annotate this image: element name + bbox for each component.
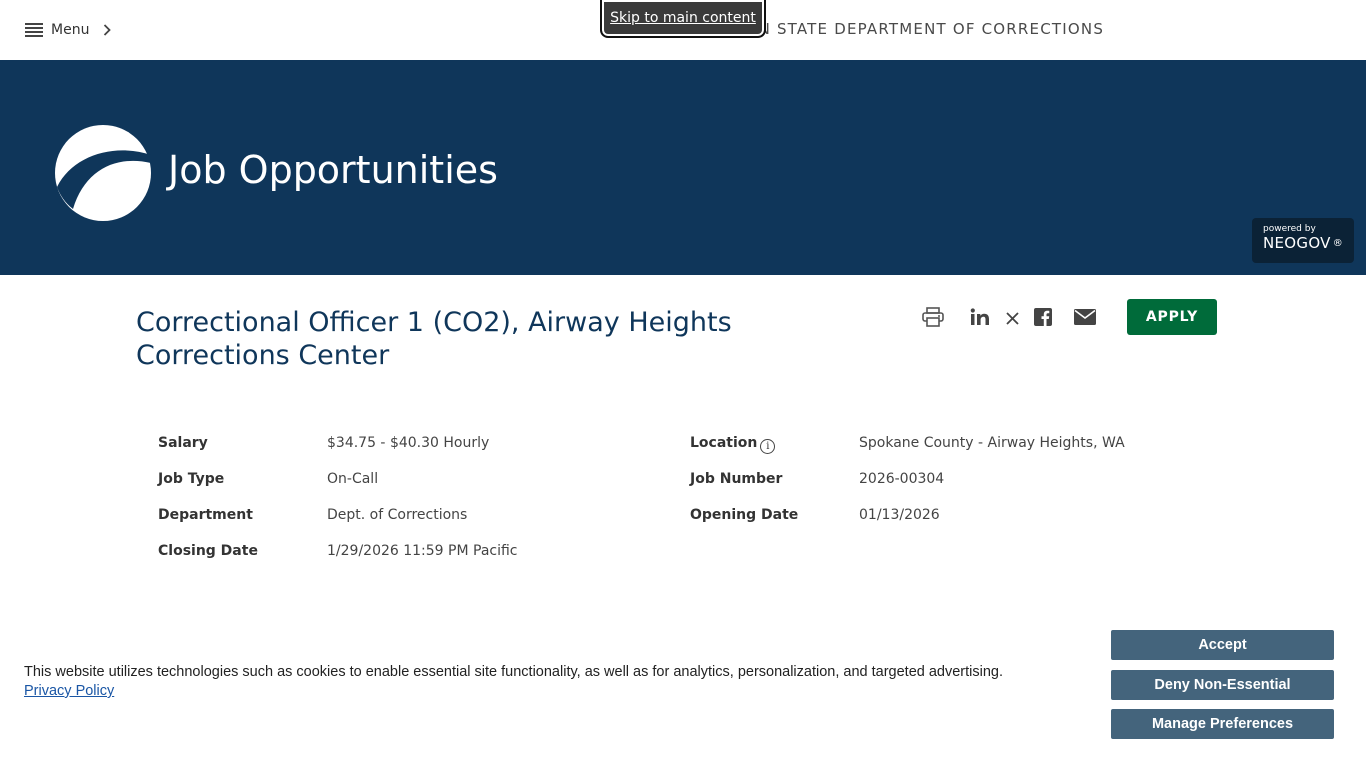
banner-title: Job Opportunities (168, 148, 498, 192)
skip-link-label: Skip to main content (610, 10, 756, 26)
deny-non-essential-button[interactable]: Deny Non-Essential (1111, 670, 1334, 700)
logo-icon (55, 125, 151, 221)
manage-preferences-button[interactable]: Manage Preferences (1111, 709, 1334, 739)
job-title: Correctional Officer 1 (CO2), Airway Hei… (136, 307, 732, 371)
hero-banner: Job Opportunities powered by NEOGOV ® (0, 60, 1366, 275)
cookie-notice-text: This website utilizes technologies such … (24, 664, 1004, 680)
info-icon[interactable]: i (760, 439, 776, 454)
facebook-icon (1034, 308, 1052, 330)
closing-date-value: 1/29/2026 11:59 PM Pacific (327, 543, 518, 559)
job-number-value: 2026-00304 (859, 471, 945, 487)
privacy-policy-link[interactable]: Privacy Policy (24, 683, 114, 699)
vendor-label: NEOGOV (1263, 234, 1331, 252)
accept-cookies-button[interactable]: Accept (1111, 630, 1334, 660)
linkedin-share-button[interactable] (969, 306, 991, 332)
closing-date-label: Closing Date (158, 543, 258, 559)
x-share-button[interactable] (1003, 306, 1021, 332)
job-number-label: Job Number (690, 471, 783, 487)
apply-button[interactable]: APPLY (1127, 299, 1217, 335)
print-icon (922, 307, 944, 331)
location-value: Spokane County - Airway Heights, WA (859, 435, 1125, 451)
location-label-group: Location i (690, 435, 776, 454)
linkedin-icon (970, 308, 990, 330)
facebook-share-button[interactable] (1032, 306, 1054, 332)
email-icon (1074, 309, 1096, 329)
location-label: Location (690, 435, 758, 451)
vendor-name: NEOGOV ® (1263, 234, 1354, 253)
skip-to-main-link[interactable]: Skip to main content (600, 0, 766, 38)
department-label: Department (158, 507, 253, 523)
x-icon (1005, 310, 1019, 329)
job-type-value: On-Call (327, 471, 379, 487)
department-value: Dept. of Corrections (327, 507, 468, 523)
job-type-label: Job Type (158, 471, 225, 487)
print-button[interactable] (921, 306, 945, 332)
hamburger-icon (25, 23, 43, 37)
top-bar: Menu WASHINGTON STATE DEPARTMENT OF CORR… (0, 0, 1366, 60)
opening-date-label: Opening Date (690, 507, 799, 523)
menu-label: Menu (51, 22, 90, 38)
powered-by-label: powered by (1263, 224, 1316, 234)
chevron-right-icon (103, 24, 112, 36)
opening-date-value: 01/13/2026 (859, 507, 940, 523)
registered-mark: ® (1332, 238, 1344, 249)
email-share-button[interactable] (1073, 306, 1097, 332)
salary-label: Salary (158, 435, 208, 451)
salary-value: $34.75 - $40.30 Hourly (327, 435, 490, 451)
neogov-badge[interactable]: powered by NEOGOV ® (1252, 218, 1354, 263)
menu-button[interactable]: Menu (25, 19, 112, 41)
